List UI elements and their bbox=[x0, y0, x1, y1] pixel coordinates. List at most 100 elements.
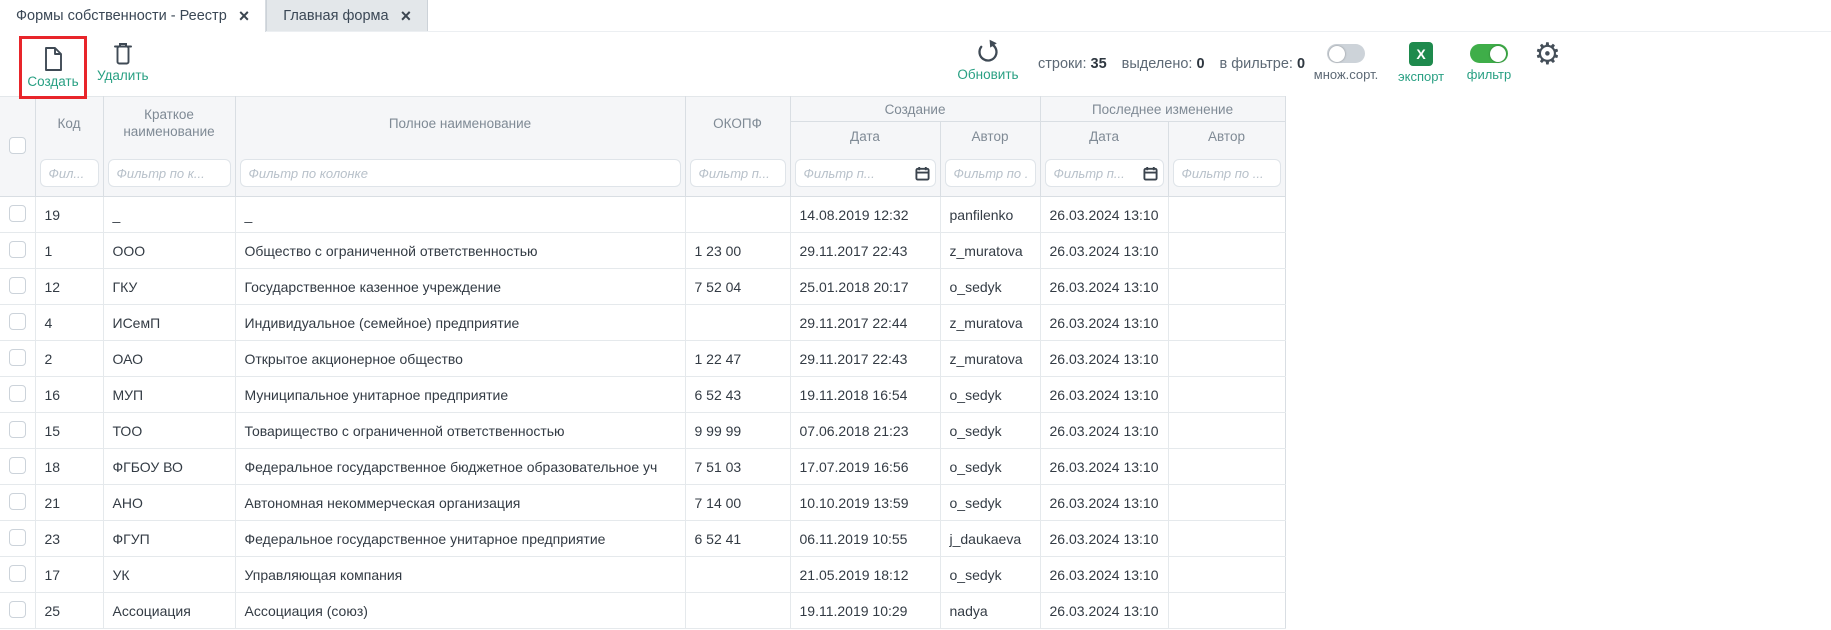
tab-forms-registry[interactable]: Формы собственности - Реестр × bbox=[0, 0, 266, 32]
close-icon[interactable]: × bbox=[239, 9, 250, 23]
settings-gear-icon[interactable]: ⚙ bbox=[1534, 40, 1561, 70]
cell-code: 23 bbox=[35, 521, 103, 557]
cell-modified-author bbox=[1168, 521, 1285, 557]
col-header-okopf[interactable]: ОКОПФ bbox=[685, 97, 790, 151]
row-checkbox[interactable] bbox=[9, 529, 26, 546]
cell-full-name: Федеральное государственное унитарное пр… bbox=[235, 521, 685, 557]
col-header-short-name[interactable]: Краткое наименование bbox=[103, 97, 235, 151]
cell-modified-author bbox=[1168, 377, 1285, 413]
cell-okopf: 1 23 00 bbox=[685, 233, 790, 269]
cell-full-name: Общество с ограниченной ответственностью bbox=[235, 233, 685, 269]
table-row[interactable]: 21АНОАвтономная некоммерческая организац… bbox=[0, 485, 1285, 521]
table-row[interactable]: 1ООООбщество с ограниченной ответственно… bbox=[0, 233, 1285, 269]
table-row[interactable]: 4ИСемПИндивидуальное (семейное) предприя… bbox=[0, 305, 1285, 341]
filter-input-full-name[interactable] bbox=[240, 159, 681, 187]
table-row[interactable]: 23ФГУПФедеральное государственное унитар… bbox=[0, 521, 1285, 557]
row-checkbox-cell bbox=[0, 233, 35, 269]
cell-modified-date: 26.03.2024 13:10 bbox=[1040, 521, 1168, 557]
row-checkbox[interactable] bbox=[9, 493, 26, 510]
data-grid: Код Краткое наименование Полное наименов… bbox=[0, 96, 1286, 629]
col-header-full-name[interactable]: Полное наименование bbox=[235, 97, 685, 151]
tab-bar: Формы собственности - Реестр × Главная ф… bbox=[0, 0, 1831, 32]
cell-modified-author bbox=[1168, 413, 1285, 449]
table-row[interactable]: 25АссоциацияАссоциация (союз)19.11.2019 … bbox=[0, 593, 1285, 629]
row-checkbox[interactable] bbox=[9, 241, 26, 258]
refresh-button[interactable]: Обновить bbox=[952, 39, 1024, 82]
filter-input-code[interactable] bbox=[40, 159, 99, 187]
create-button[interactable]: Создать bbox=[27, 46, 78, 89]
table-body: 19__14.08.2019 12:32panfilenko26.03.2024… bbox=[0, 197, 1285, 629]
col-header-created-author[interactable]: Автор bbox=[940, 122, 1040, 151]
document-icon bbox=[41, 46, 65, 72]
delete-button[interactable]: Удалить bbox=[97, 41, 149, 83]
cell-short-name: _ bbox=[103, 197, 235, 233]
cell-modified-date: 26.03.2024 13:10 bbox=[1040, 593, 1168, 629]
cell-modified-author bbox=[1168, 593, 1285, 629]
row-checkbox[interactable] bbox=[9, 565, 26, 582]
cell-created-date: 19.11.2018 16:54 bbox=[790, 377, 940, 413]
refresh-icon bbox=[975, 39, 1001, 65]
table-row[interactable]: 15ТООТоварищество с ограниченной ответст… bbox=[0, 413, 1285, 449]
close-icon[interactable]: × bbox=[401, 9, 412, 23]
cell-created-author: o_sedyk bbox=[940, 557, 1040, 593]
cell-modified-date: 26.03.2024 13:10 bbox=[1040, 449, 1168, 485]
table-row[interactable]: 12ГКУГосударственное казенное учреждение… bbox=[0, 269, 1285, 305]
filtered-counter: в фильтре:0 bbox=[1220, 56, 1306, 72]
row-checkbox[interactable] bbox=[9, 421, 26, 438]
cell-full-name: Управляющая компания bbox=[235, 557, 685, 593]
filter-input-modified-author[interactable] bbox=[1173, 159, 1281, 187]
selected-count-label: выделено: bbox=[1122, 56, 1193, 72]
row-checkbox-cell bbox=[0, 413, 35, 449]
cell-code: 12 bbox=[35, 269, 103, 305]
grid-header: Код Краткое наименование Полное наименов… bbox=[0, 97, 1285, 197]
col-header-modified-date[interactable]: Дата bbox=[1040, 122, 1168, 151]
cell-short-name: АНО bbox=[103, 485, 235, 521]
export-button[interactable]: X экспорт bbox=[1398, 42, 1444, 84]
col-header-modified-author[interactable]: Автор bbox=[1168, 122, 1285, 151]
cell-modified-date: 26.03.2024 13:10 bbox=[1040, 305, 1168, 341]
group-header-last-modified: Последнее изменение bbox=[1040, 97, 1285, 122]
row-checkbox[interactable] bbox=[9, 349, 26, 366]
cell-created-date: 06.11.2019 10:55 bbox=[790, 521, 940, 557]
select-all-cell bbox=[0, 97, 35, 197]
cell-full-name: _ bbox=[235, 197, 685, 233]
select-all-checkbox[interactable] bbox=[9, 137, 26, 154]
row-checkbox[interactable] bbox=[9, 205, 26, 222]
cell-full-name: Открытое акционерное общество bbox=[235, 341, 685, 377]
cell-created-date: 10.10.2019 13:59 bbox=[790, 485, 940, 521]
rows-count-label: строки: bbox=[1038, 56, 1087, 72]
col-header-code[interactable]: Код bbox=[35, 97, 103, 151]
cell-okopf bbox=[685, 557, 790, 593]
calendar-icon[interactable] bbox=[915, 166, 930, 181]
filter-input-created-author[interactable] bbox=[945, 159, 1036, 187]
row-checkbox[interactable] bbox=[9, 385, 26, 402]
tab-main-form[interactable]: Главная форма × bbox=[266, 0, 428, 31]
table-row[interactable]: 19__14.08.2019 12:32panfilenko26.03.2024… bbox=[0, 197, 1285, 233]
row-checkbox[interactable] bbox=[9, 313, 26, 330]
row-checkbox-cell bbox=[0, 197, 35, 233]
row-checkbox[interactable] bbox=[9, 457, 26, 474]
cell-created-author: o_sedyk bbox=[940, 377, 1040, 413]
cell-short-name: Ассоциация bbox=[103, 593, 235, 629]
filter-toggle[interactable] bbox=[1470, 44, 1508, 63]
group-header-creation: Создание bbox=[790, 97, 1040, 122]
row-checkbox[interactable] bbox=[9, 601, 26, 618]
cell-code: 2 bbox=[35, 341, 103, 377]
table-row[interactable]: 17УКУправляющая компания21.05.2019 18:12… bbox=[0, 557, 1285, 593]
cell-okopf: 6 52 41 bbox=[685, 521, 790, 557]
cell-modified-date: 26.03.2024 13:10 bbox=[1040, 413, 1168, 449]
table-row[interactable]: 16МУПМуниципальное унитарное предприятие… bbox=[0, 377, 1285, 413]
cell-created-author: o_sedyk bbox=[940, 269, 1040, 305]
cell-created-author: j_daukaeva bbox=[940, 521, 1040, 557]
multisort-toggle[interactable] bbox=[1327, 44, 1365, 63]
col-header-created-date[interactable]: Дата bbox=[790, 122, 940, 151]
cell-modified-author bbox=[1168, 485, 1285, 521]
calendar-icon[interactable] bbox=[1143, 166, 1158, 181]
table-row[interactable]: 18ФГБОУ ВОФедеральное государственное бю… bbox=[0, 449, 1285, 485]
toolbar: Создать Удалить Обновить строки:35 выдел… bbox=[0, 32, 1831, 96]
row-checkbox[interactable] bbox=[9, 277, 26, 294]
cell-modified-author bbox=[1168, 269, 1285, 305]
filter-input-okopf[interactable] bbox=[690, 159, 786, 187]
filter-input-short-name[interactable] bbox=[108, 159, 231, 187]
table-row[interactable]: 2ОАООткрытое акционерное общество1 22 47… bbox=[0, 341, 1285, 377]
